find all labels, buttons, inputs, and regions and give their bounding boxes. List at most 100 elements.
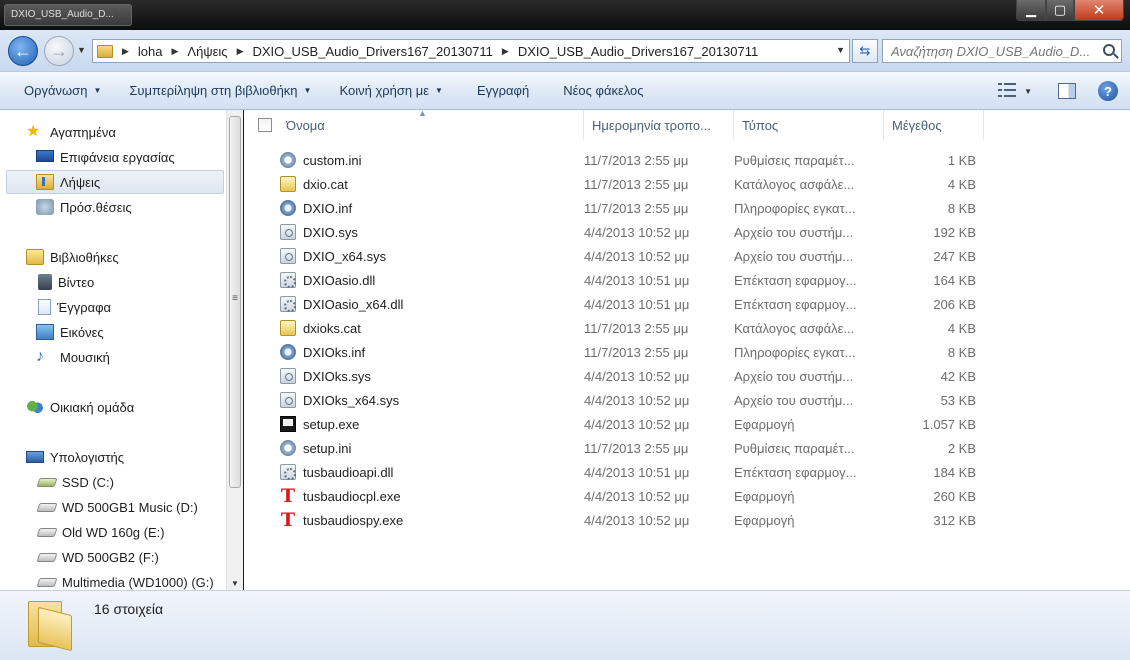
address-history-dropdown[interactable]: ▼ [836, 45, 845, 55]
burn-button[interactable]: Εγγραφή [457, 72, 543, 110]
breadcrumb-item-folder[interactable]: DXIO_USB_Audio_Drivers167_20130711 [252, 44, 492, 59]
libraries-icon [26, 249, 44, 265]
nav-item-videos[interactable]: Βίντεο [0, 270, 226, 294]
search-input[interactable] [883, 40, 1095, 62]
preview-pane-icon[interactable] [1058, 83, 1076, 99]
include-in-library-menu[interactable]: Συμπερίληψη στη βιβλιοθήκη ▼ [115, 72, 325, 110]
dll-file-icon [280, 464, 296, 480]
file-row[interactable]: DXIO.sys 4/4/2013 10:52 μμ Αρχείο του συστ… [244, 220, 1130, 244]
file-row[interactable]: Ttusbaudiocpl.exe 4/4/2013 10:52 μμ Εφαρμο… [244, 484, 1130, 508]
file-name-cell: DXIOasio_x64.dll [244, 296, 584, 312]
file-date: 11/7/2013 2:55 μμ [584, 152, 689, 168]
pictures-icon [36, 324, 54, 340]
breadcrumb-item-downloads[interactable]: Λήψεις [187, 44, 227, 59]
nav-item-drive-f[interactable]: WD 500GB2 (F:) [0, 545, 226, 569]
file-type: Αρχείο του συστήμ... [734, 248, 854, 264]
file-row[interactable]: DXIOasio.dll 4/4/2013 10:51 μμ Επέκταση εφ… [244, 268, 1130, 292]
address-bar[interactable]: ▶ loha ▶ Λήψεις ▶ DXIO_USB_Audio_Drivers… [92, 39, 850, 63]
maximize-button[interactable]: ▢ [1046, 0, 1074, 21]
nav-item-drive-d[interactable]: WD 500GB1 Music (D:) [0, 495, 226, 519]
file-row[interactable]: DXIO.inf 11/7/2013 2:55 μμ Πληροφορίες εγκ… [244, 196, 1130, 220]
file-row[interactable]: DXIOasio_x64.dll 4/4/2013 10:51 μμ Επέκτασ… [244, 292, 1130, 316]
chevron-right-icon[interactable]: ▶ [502, 46, 509, 57]
chevron-right-icon[interactable]: ▶ [172, 46, 179, 57]
help-icon[interactable]: ? [1098, 81, 1118, 101]
organize-menu[interactable]: Οργάνωση ▼ [0, 72, 115, 110]
file-row[interactable]: Ttusbaudiospy.exe 4/4/2013 10:52 μμ Εφαρμο… [244, 508, 1130, 532]
refresh-button[interactable]: ⇆ [852, 39, 878, 63]
breadcrumb-item-user[interactable]: loha [138, 44, 163, 59]
file-row[interactable]: custom.ini 11/7/2013 2:55 μμ Ρυθμίσεις παρ… [244, 148, 1130, 172]
nav-item-recent-places[interactable]: Πρόσ.θέσεις [0, 195, 226, 219]
drive-icon [36, 577, 58, 587]
close-button[interactable]: ✕ [1074, 0, 1124, 21]
file-name-cell: Ttusbaudiospy.exe [244, 511, 584, 530]
file-row[interactable]: DXIOks.sys 4/4/2013 10:52 μμ Αρχείο του συ… [244, 364, 1130, 388]
file-size: 192 KB [933, 224, 976, 240]
column-header-type[interactable]: Τύπος [734, 110, 884, 140]
share-with-menu[interactable]: Κοινή χρήση με ▼ [325, 72, 457, 110]
file-row[interactable]: DXIO_x64.sys 4/4/2013 10:52 μμ Αρχείο του … [244, 244, 1130, 268]
nav-item-music[interactable]: ♪ Μουσική [0, 345, 226, 369]
file-name: DXIOks.inf [303, 344, 366, 360]
back-button[interactable]: ← [8, 36, 38, 66]
chevron-right-icon[interactable]: ▶ [122, 46, 129, 57]
file-date: 4/4/2013 10:51 μμ [584, 296, 690, 312]
file-type: Αρχείο του συστήμ... [734, 368, 854, 384]
file-name: custom.ini [303, 152, 362, 168]
file-name: DXIOks.sys [303, 368, 371, 384]
nav-label: Έγγραφα [57, 299, 112, 315]
nav-item-drive-e[interactable]: Old WD 160g (E:) [0, 520, 226, 544]
breadcrumb-item-current[interactable]: DXIO_USB_Audio_Drivers167_20130711 [518, 44, 758, 59]
nav-item-desktop[interactable]: Επιφάνεια εργασίας [0, 145, 226, 169]
nav-item-libraries[interactable]: Βιβλιοθήκες [0, 245, 226, 269]
nav-item-homegroup[interactable]: Οικιακή ομάδα [0, 395, 226, 419]
column-header-size[interactable]: Μέγεθος [884, 110, 984, 140]
select-all-checkbox[interactable] [258, 118, 272, 132]
recent-pages-dropdown[interactable]: ▼ [77, 45, 86, 55]
nav-scrollbar[interactable]: ▼ [226, 110, 243, 590]
file-row[interactable]: DXIOks.inf 11/7/2013 2:55 μμ Πληροφορίες ε… [244, 340, 1130, 364]
column-header-date[interactable]: Ημερομηνία τροπο... [584, 110, 734, 140]
sort-ascending-icon: ▲ [418, 110, 427, 118]
column-headers: Όνομα ▲ Ημερομηνία τροπο... Τύπος Μέγεθο… [244, 110, 1130, 140]
chevron-right-icon[interactable]: ▶ [237, 46, 244, 57]
nav-item-pictures[interactable]: Εικόνες [0, 320, 226, 344]
nav-item-computer[interactable]: Υπολογιστής [0, 445, 226, 469]
minimize-button[interactable]: ▁ [1016, 0, 1046, 21]
search-box[interactable] [882, 39, 1122, 63]
file-name-cell: DXIO.inf [244, 200, 584, 216]
nav-item-drive-c[interactable]: SSD (C:) [0, 470, 226, 494]
scrollbar-thumb[interactable] [229, 116, 241, 488]
file-row[interactable]: DXIOks_x64.sys 4/4/2013 10:52 μμ Αρχείο το… [244, 388, 1130, 412]
chevron-down-icon: ▼ [303, 86, 312, 95]
file-name: tusbaudioapi.dll [303, 464, 394, 480]
file-name: setup.ini [303, 440, 352, 456]
column-label: Όνομα [286, 117, 325, 133]
nav-item-favorites[interactable]: ★ Αγαπημένα [0, 120, 226, 144]
nav-item-documents[interactable]: Έγγραφα [0, 295, 226, 319]
file-size: 247 KB [933, 248, 976, 264]
nav-item-downloads[interactable]: Λήψεις [6, 170, 224, 194]
file-row[interactable]: setup.exe 4/4/2013 10:52 μμ Εφαρμογή 1.057 … [244, 412, 1130, 436]
file-size: 4 KB [947, 320, 976, 336]
new-folder-button[interactable]: Νέος φάκελος [543, 72, 657, 110]
file-name-cell: DXIOasio.dll [244, 272, 584, 288]
file-name: tusbaudiospy.exe [303, 512, 404, 528]
column-header-name[interactable]: Όνομα ▲ [244, 110, 584, 140]
file-date: 4/4/2013 10:52 μμ [584, 488, 690, 504]
file-row[interactable]: setup.ini 11/7/2013 2:55 μμ Ρυθμίσεις παρα… [244, 436, 1130, 460]
nav-label: Οικιακή ομάδα [50, 399, 135, 415]
nav-label: WD 500GB1 Music (D:) [62, 499, 198, 515]
drive-icon [36, 527, 58, 537]
scroll-down-arrow-icon[interactable]: ▼ [231, 579, 239, 588]
file-row[interactable]: tusbaudioapi.dll 4/4/2013 10:51 μμ Επέκτασ… [244, 460, 1130, 484]
file-rows: custom.ini 11/7/2013 2:55 μμ Ρυθμίσεις παρ… [244, 148, 1130, 532]
chevron-down-icon: ▼ [1024, 86, 1032, 96]
change-view-button[interactable]: ▼ [998, 83, 1032, 99]
search-icon[interactable] [1103, 44, 1115, 56]
file-row[interactable]: dxio.cat 11/7/2013 2:55 μμ Κατάλογος ασφάλ… [244, 172, 1130, 196]
file-name: DXIOks_x64.sys [303, 392, 400, 408]
forward-button[interactable]: → [44, 36, 74, 66]
file-row[interactable]: dxioks.cat 11/7/2013 2:55 μμ Κατάλογος ασφ… [244, 316, 1130, 340]
